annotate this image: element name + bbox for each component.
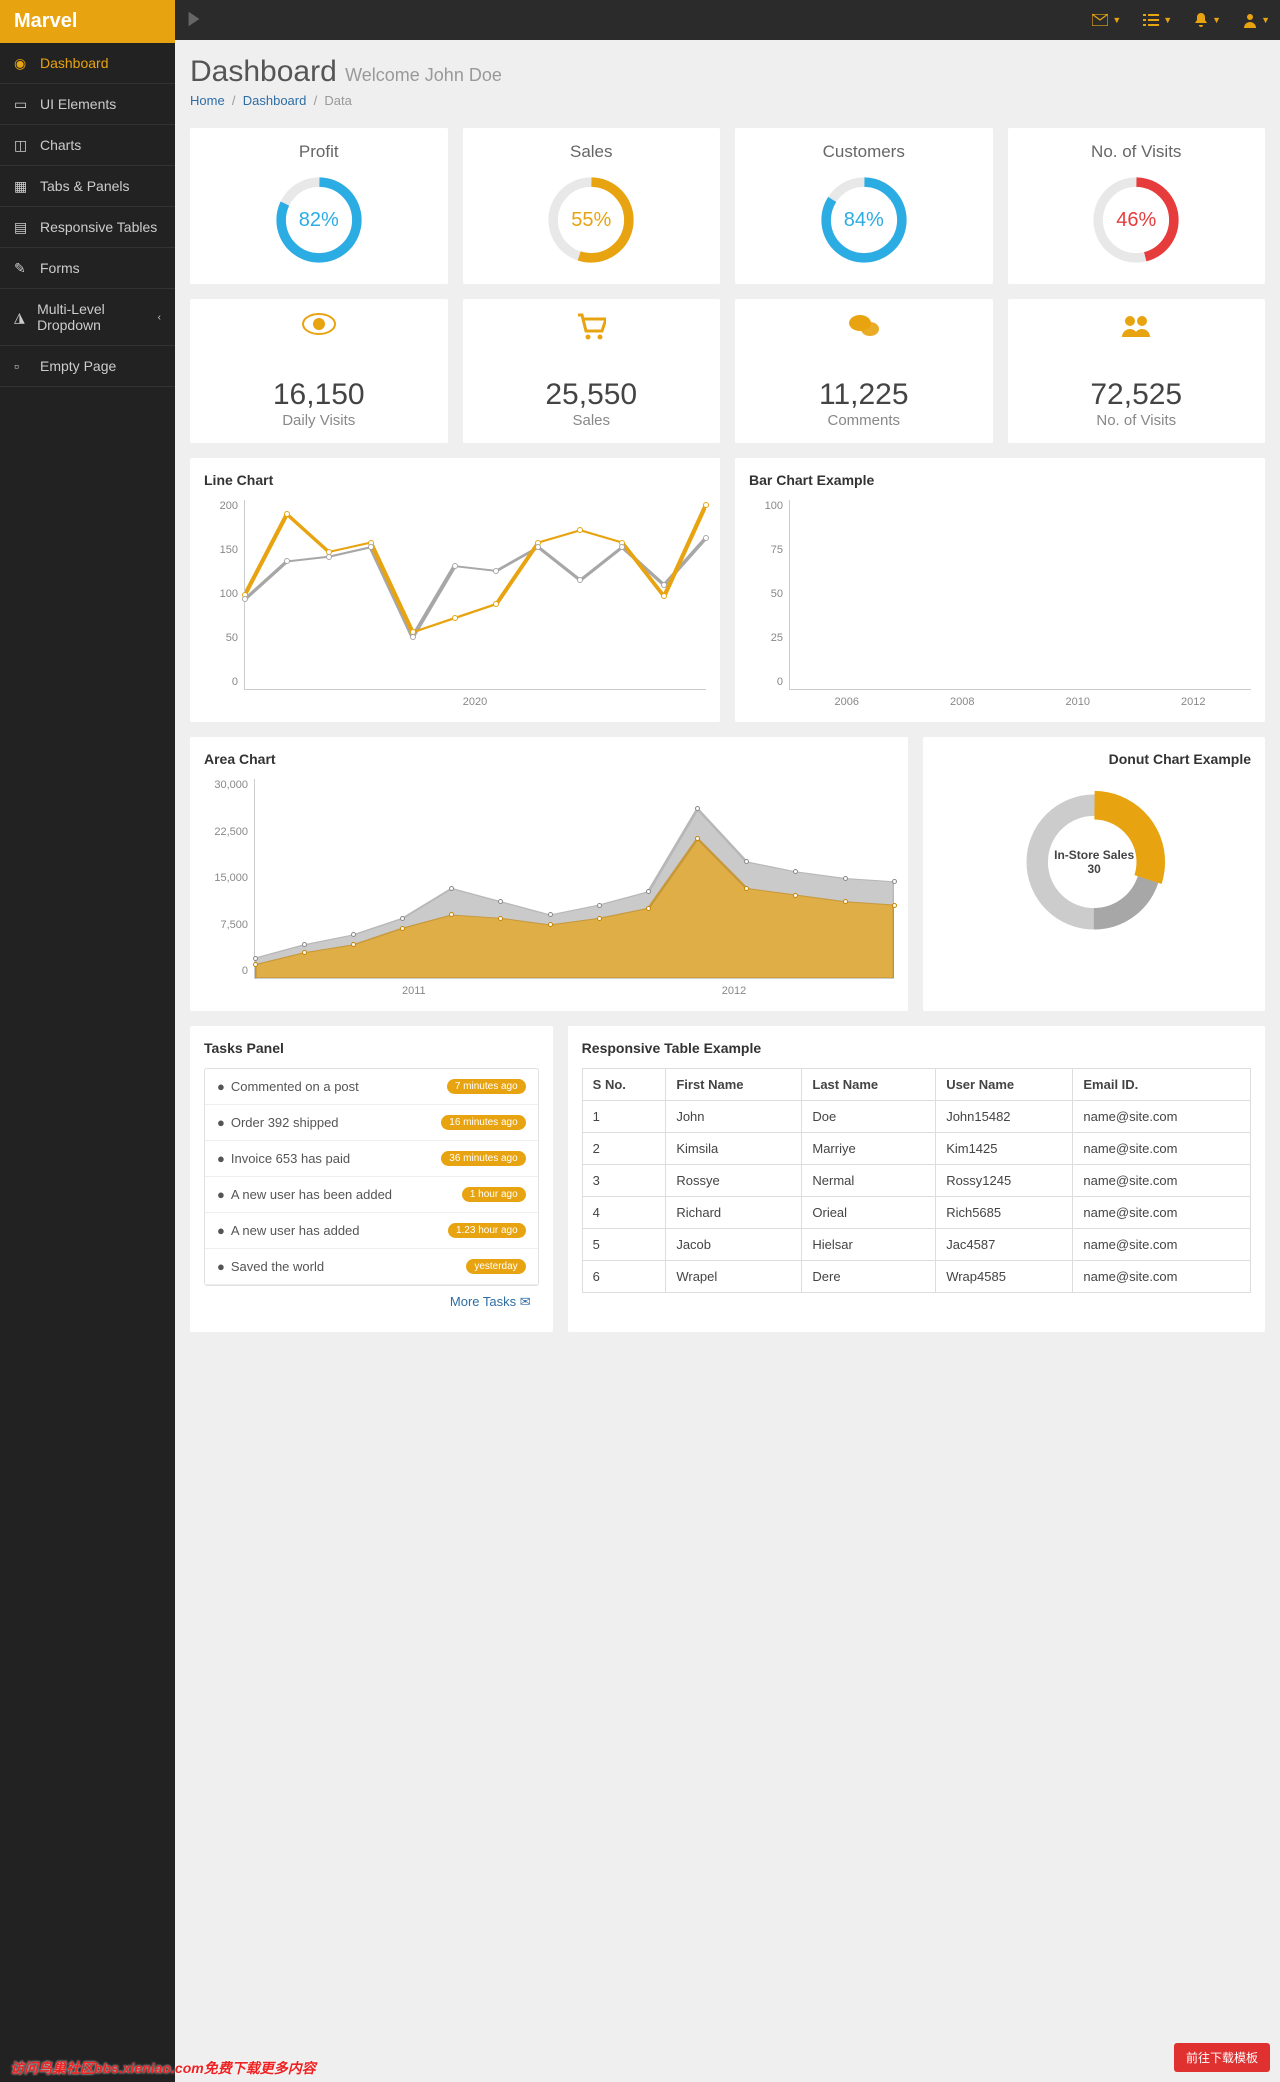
nav-label: Responsive Tables	[40, 219, 157, 235]
task-item[interactable]: ● A new user has added 1.23 hour ago	[205, 1213, 538, 1249]
gauge-no-of-visits: No. of Visits46%	[1008, 128, 1266, 284]
area-chart: 30,00022,50015,0007,5000 20112012	[204, 779, 894, 997]
money-icon: ●	[217, 1151, 225, 1166]
topbar: ▼ ▼ ▼ ▼	[175, 0, 1280, 40]
donut-chart: In-Store Sales30	[1019, 787, 1169, 937]
kpi-sales: 25,550Sales	[463, 299, 721, 443]
tasks-title: Tasks Panel	[204, 1040, 539, 1056]
task-text: Order 392 shipped	[231, 1115, 339, 1130]
task-badge: 1 hour ago	[462, 1187, 526, 1202]
gauge-profit: Profit82%	[190, 128, 448, 284]
task-item[interactable]: ● Commented on a post 7 minutes ago	[205, 1069, 538, 1105]
table-row: 4RichardOriealRich5685name@site.com	[582, 1197, 1250, 1229]
kpi-no-of-visits: 72,525No. of Visits	[1008, 299, 1266, 443]
nav-label: Dashboard	[40, 55, 109, 71]
gauge-customers: Customers84%	[735, 128, 993, 284]
page-title: Dashboard Welcome John Doe	[190, 55, 1265, 89]
crumb-current: Data	[324, 93, 351, 108]
comment-icon: ●	[217, 1079, 225, 1094]
globe-icon: ●	[217, 1259, 225, 1274]
nav-icon: ▤	[14, 219, 30, 235]
sidebar-item-forms[interactable]: ✎ Forms	[0, 248, 175, 288]
sidebar-item-dashboard[interactable]: ◉ Dashboard	[0, 43, 175, 83]
sidebar-item-tabs-panels[interactable]: ▦ Tabs & Panels	[0, 166, 175, 206]
line-chart: 200150100500 2020	[204, 500, 706, 708]
sidebar-toggle-icon[interactable]	[185, 10, 203, 31]
task-badge: 16 minutes ago	[441, 1115, 525, 1130]
task-badge: 36 minutes ago	[441, 1151, 525, 1166]
task-item[interactable]: ● Saved the world yesterday	[205, 1249, 538, 1285]
download-template-button[interactable]: 前往下载模板	[1174, 2043, 1270, 2072]
task-item[interactable]: ● Invoice 653 has paid 36 minutes ago	[205, 1141, 538, 1177]
task-badge: 1.23 hour ago	[448, 1223, 526, 1238]
task-text: Commented on a post	[231, 1079, 359, 1094]
users-icon	[1022, 313, 1252, 343]
nav-icon: ◫	[14, 137, 30, 153]
table-header: Last Name	[802, 1069, 936, 1101]
nav-label: Forms	[40, 260, 80, 276]
nav-icon: ◮	[14, 309, 27, 325]
nav-label: Multi-Level Dropdown	[37, 301, 148, 333]
kpi-comments: 11,225Comments	[735, 299, 993, 443]
task-text: A new user has been added	[231, 1187, 392, 1202]
table-title: Responsive Table Example	[582, 1040, 1251, 1056]
nav-icon: ✎	[14, 260, 30, 276]
watermark-text: 访问鸟巢社区bbs.xieniao.com免费下载更多内容	[10, 2058, 316, 2078]
table-row: 1JohnDoeJohn15482name@site.com	[582, 1101, 1250, 1133]
nav-icon: ▦	[14, 178, 30, 194]
bell-icon[interactable]: ▼	[1194, 12, 1221, 28]
nav-label: Empty Page	[40, 358, 116, 374]
task-text: A new user has added	[231, 1223, 360, 1238]
line-chart-title: Line Chart	[204, 472, 706, 488]
sidebar-item-multi-level-dropdown[interactable]: ◮ Multi-Level Dropdown ‹	[0, 289, 175, 345]
crumb-dashboard[interactable]: Dashboard	[243, 93, 307, 108]
task-badge: 7 minutes ago	[447, 1079, 526, 1094]
table-header: User Name	[936, 1069, 1073, 1101]
table-row: 6WrapelDereWrap4585name@site.com	[582, 1261, 1250, 1293]
bar-chart-title: Bar Chart Example	[749, 472, 1251, 488]
task-item[interactable]: ● A new user has been added 1 hour ago	[205, 1177, 538, 1213]
truck-icon: ●	[217, 1115, 225, 1130]
task-badge: yesterday	[466, 1259, 525, 1274]
cart-icon	[477, 313, 707, 343]
table-header: S No.	[582, 1069, 666, 1101]
sidebar-item-ui-elements[interactable]: ▭ UI Elements	[0, 84, 175, 124]
brand-logo[interactable]: Marvel	[0, 0, 175, 43]
comments-icon	[749, 313, 979, 343]
table-header: Email ID.	[1073, 1069, 1251, 1101]
table-row: 3RossyeNermalRossy1245name@site.com	[582, 1165, 1250, 1197]
eye-icon	[204, 313, 434, 343]
table-header: First Name	[666, 1069, 802, 1101]
chevron-left-icon: ‹	[158, 312, 161, 323]
kpi-daily-visits: 16,150Daily Visits	[190, 299, 448, 443]
table-row: 5JacobHielsarJac4587name@site.com	[582, 1229, 1250, 1261]
user-icon[interactable]: ▼	[1243, 12, 1270, 28]
nav-icon: ▭	[14, 96, 30, 112]
task-item[interactable]: ● Order 392 shipped 16 minutes ago	[205, 1105, 538, 1141]
table-row: 2KimsilaMarriyeKim1425name@site.com	[582, 1133, 1250, 1165]
bar-chart: 1007550250 2006200820102012	[749, 500, 1251, 708]
sidebar: Marvel ◉ Dashboard ▭ UI Elements ◫ Charts ▦ Tab…	[0, 0, 175, 2082]
nav-label: Charts	[40, 137, 81, 153]
sidebar-item-empty-page[interactable]: ▫ Empty Page	[0, 346, 175, 386]
sidebar-item-responsive-tables[interactable]: ▤ Responsive Tables	[0, 207, 175, 247]
task-text: Invoice 653 has paid	[231, 1151, 350, 1166]
gauge-sales: Sales55%	[463, 128, 721, 284]
donut-chart-title: Donut Chart Example	[937, 751, 1251, 767]
list-icon[interactable]: ▼	[1143, 14, 1172, 26]
area-chart-title: Area Chart	[204, 751, 894, 767]
sidebar-item-charts[interactable]: ◫ Charts	[0, 125, 175, 165]
nav-icon: ◉	[14, 55, 30, 71]
more-tasks-link[interactable]: More Tasks ✉	[204, 1286, 539, 1318]
nav-icon: ▫	[14, 358, 30, 374]
nav-label: UI Elements	[40, 96, 116, 112]
mail-icon[interactable]: ▼	[1092, 14, 1121, 26]
nav-label: Tabs & Panels	[40, 178, 130, 194]
task-text: Saved the world	[231, 1259, 324, 1274]
data-table: S No.First NameLast NameUser NameEmail I…	[582, 1068, 1251, 1293]
breadcrumb: Home / Dashboard / Data	[190, 93, 1265, 108]
user-icon: ●	[217, 1223, 225, 1238]
crumb-home[interactable]: Home	[190, 93, 225, 108]
user-icon: ●	[217, 1187, 225, 1202]
